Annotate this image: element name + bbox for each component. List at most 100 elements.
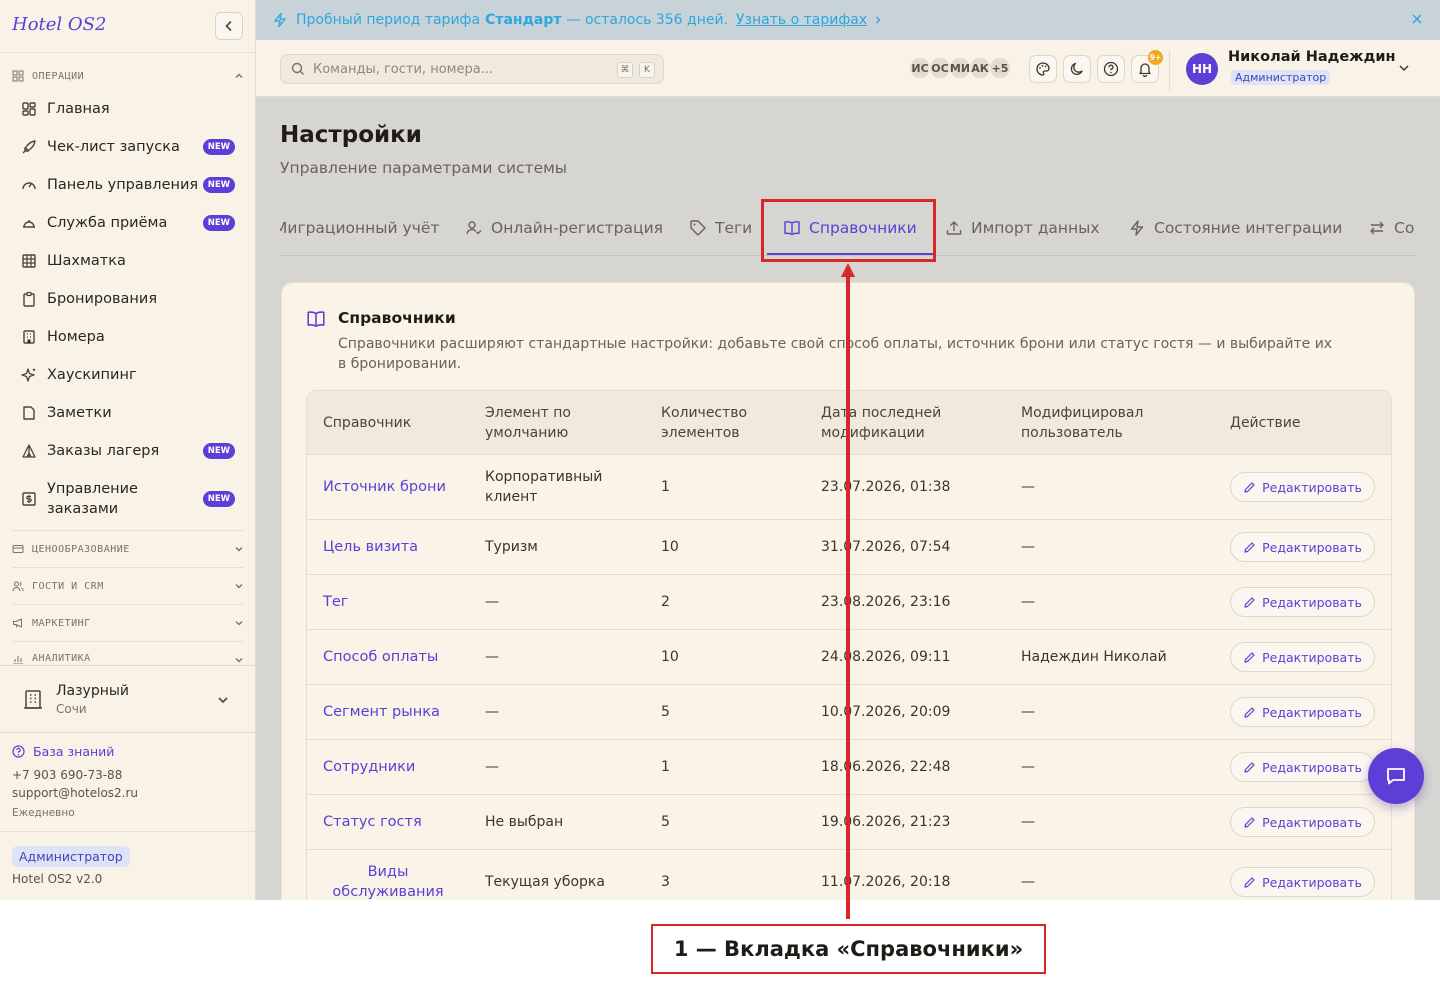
reference-book-name[interactable]: Статус гостя <box>323 795 473 849</box>
tab-migration[interactable]: Миграционный учёт <box>280 200 439 255</box>
edit-button[interactable]: Редактировать <box>1230 752 1375 782</box>
reference-book-name[interactable]: Виды обслуживания <box>323 850 453 900</box>
sidebar-item-rooms[interactable]: Номера <box>12 327 244 347</box>
card-icon <box>12 545 24 553</box>
reference-book-name[interactable]: Тег <box>323 575 473 629</box>
user-avatar[interactable]: НН <box>1186 53 1218 85</box>
collapse-sidebar-button[interactable] <box>215 12 243 40</box>
sidebar-item-order-management[interactable]: Управление заказами NEW <box>12 479 244 519</box>
tab-integration-status[interactable]: Состояние интеграции <box>1128 200 1342 255</box>
avatar[interactable]: ОС <box>929 57 951 79</box>
edit-button-label: Редактировать <box>1262 479 1362 495</box>
avatar[interactable]: МИ <box>949 57 971 79</box>
table-grid-icon <box>20 252 38 270</box>
knowledge-base-label: База знаний <box>33 744 115 759</box>
theme-palette-button[interactable] <box>1029 55 1057 83</box>
search-placeholder: Команды, гости, номера... <box>313 61 494 77</box>
hotel-switcher[interactable]: Лазурный Сочи <box>0 665 256 733</box>
section-label: АНАЛИТИКА <box>32 653 91 664</box>
edit-button[interactable]: Редактировать <box>1230 472 1375 502</box>
divider <box>12 641 244 642</box>
section-marketing[interactable]: МАРКЕТИНГ <box>12 613 244 633</box>
sidebar-item-housekeeping[interactable]: Хаускипинг <box>12 365 244 385</box>
section-label: МАРКЕТИНГ <box>32 617 91 629</box>
help-circle-icon <box>12 745 25 758</box>
tab-data-import[interactable]: Импорт данных <box>945 200 1100 255</box>
user-name[interactable]: Николай Надеждин <box>1228 49 1396 65</box>
chevron-down-icon[interactable] <box>1398 62 1410 74</box>
column-header[interactable]: Элемент по умолчанию <box>485 391 615 455</box>
new-badge: NEW <box>202 177 235 193</box>
elements-count: 5 <box>661 704 670 720</box>
edit-button[interactable]: Редактировать <box>1230 807 1375 837</box>
close-icon[interactable] <box>1410 12 1424 26</box>
elements-count: 1 <box>661 479 670 495</box>
section-operations[interactable]: ОПЕРАЦИИ <box>12 66 244 86</box>
chevron-up-icon <box>235 73 243 78</box>
avatar[interactable]: ИС <box>909 57 931 79</box>
reference-book-name[interactable]: Сегмент рынка <box>323 685 473 739</box>
edit-button[interactable]: Редактировать <box>1230 587 1375 617</box>
reference-book-name[interactable]: Способ оплаты <box>323 630 473 684</box>
tent-icon <box>20 442 38 460</box>
column-header[interactable]: Количество элементов <box>661 391 781 455</box>
topbar: Команды, гости, номера... ⌘ K ИС ОС МИ А… <box>256 40 1440 97</box>
sidebar-item-notes[interactable]: Заметки <box>12 403 244 423</box>
command-search[interactable]: Команды, гости, номера... ⌘ K <box>280 54 664 84</box>
chat-button[interactable] <box>1368 748 1424 804</box>
help-button[interactable] <box>1097 55 1125 83</box>
divider <box>12 530 244 531</box>
tag-icon <box>689 219 707 237</box>
brand-logo[interactable]: Hotel OS2 <box>12 14 106 35</box>
section-pricing[interactable]: ЦЕНООБРАЗОВАНИЕ <box>12 539 244 559</box>
dark-mode-button[interactable] <box>1063 55 1091 83</box>
pencil-icon <box>1244 706 1255 718</box>
plans-link[interactable]: Узнать о тарифах <box>736 12 867 28</box>
sidebar-item-launch-checklist[interactable]: Чек-лист запуска NEW <box>12 137 244 157</box>
reference-book-name[interactable]: Источник брони <box>323 455 473 519</box>
tab-tags[interactable]: Теги <box>689 200 752 255</box>
chart-icon <box>13 656 23 664</box>
online-users[interactable]: ИС ОС МИ АК +5 <box>909 57 1011 79</box>
avatar-more[interactable]: +5 <box>989 57 1011 79</box>
gauge-icon <box>20 176 38 194</box>
edit-button[interactable]: Редактировать <box>1230 642 1375 672</box>
section-analytics[interactable]: АНАЛИТИКА <box>12 650 244 664</box>
sidebar-item-dashboard[interactable]: Панель управления NEW <box>12 175 244 195</box>
knowledge-base-link[interactable]: База знаний <box>12 744 114 759</box>
elements-count: 3 <box>661 874 670 890</box>
pencil-icon <box>1244 761 1255 773</box>
divider <box>0 831 256 832</box>
tab-sync[interactable]: Со <box>1368 200 1414 255</box>
edit-button[interactable]: Редактировать <box>1230 867 1375 897</box>
default-element: — <box>485 649 499 665</box>
column-header[interactable]: Дата последней модификации <box>821 391 971 455</box>
edit-button[interactable]: Редактировать <box>1230 532 1375 562</box>
tab-online-registration[interactable]: Онлайн-регистрация <box>465 200 663 255</box>
edit-button-label: Редактировать <box>1262 649 1362 665</box>
notifications-button[interactable]: 9+ <box>1131 50 1163 83</box>
sidebar-item-bookings[interactable]: Бронирования <box>12 289 244 309</box>
clipboard-icon <box>20 290 38 308</box>
avatar[interactable]: АК <box>969 57 991 79</box>
support-email[interactable]: support@hotelos2.ru <box>12 786 138 800</box>
sidebar-item-front-desk[interactable]: Служба приёма NEW <box>12 213 244 233</box>
elements-count: 10 <box>661 649 679 665</box>
edit-button[interactable]: Редактировать <box>1230 697 1375 727</box>
section-guests-crm[interactable]: ГОСТИ И CRM <box>12 576 244 596</box>
divider <box>12 567 244 568</box>
column-header[interactable]: Справочник <box>323 391 473 455</box>
pencil-icon <box>1244 651 1255 663</box>
default-element: Текущая уборка <box>485 874 605 890</box>
column-header[interactable]: Модифицировал пользователь <box>1021 391 1181 455</box>
reference-book-name[interactable]: Сотрудники <box>323 740 473 794</box>
sidebar-item-home[interactable]: Главная <box>12 99 244 119</box>
sidebar-item-chessboard[interactable]: Шахматка <box>12 251 244 271</box>
support-phone[interactable]: +7 903 690-73-88 <box>12 768 122 782</box>
modified-by: — <box>1021 874 1035 890</box>
pencil-icon <box>1244 816 1255 828</box>
column-header[interactable]: Действие <box>1230 391 1350 455</box>
edit-button-label: Редактировать <box>1262 704 1362 720</box>
reference-book-name[interactable]: Цель визита <box>323 520 473 574</box>
sidebar-item-camp-orders[interactable]: Заказы лагеря NEW <box>12 441 244 461</box>
